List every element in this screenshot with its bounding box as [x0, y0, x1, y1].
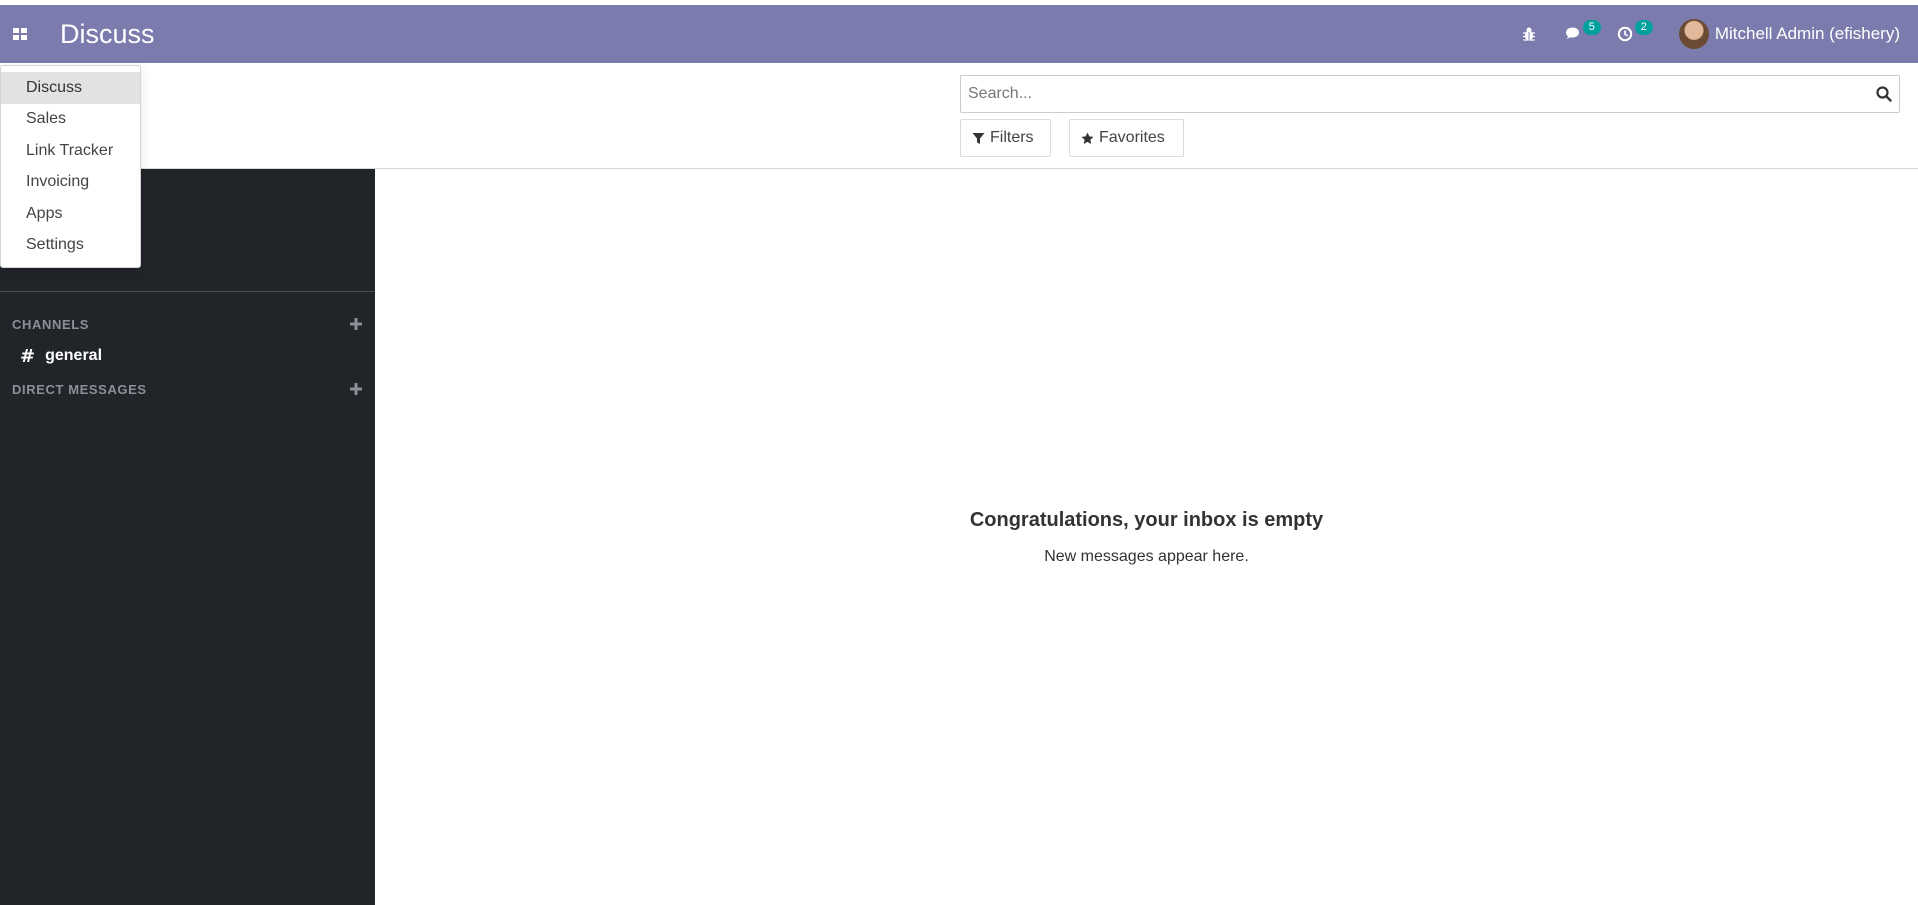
discuss-sidebar: CHANNELS # general DIRECT MESSAGES [0, 169, 375, 905]
apps-dropdown-menu: Discuss Sales Link Tracker Invoicing App… [0, 65, 141, 268]
bug-icon [1522, 27, 1535, 41]
debug-button[interactable] [1507, 5, 1551, 63]
menu-item-discuss[interactable]: Discuss [1, 72, 140, 104]
sidebar-divider [0, 291, 375, 292]
search-icon[interactable] [1875, 85, 1893, 103]
systray: 5 2 Mitchell Admin (efishery) [1507, 5, 1918, 63]
add-channel-icon[interactable] [349, 317, 363, 331]
activity-menu[interactable]: 2 [1603, 5, 1655, 63]
user-menu[interactable]: Mitchell Admin (efishery) [1655, 5, 1918, 63]
star-icon [1081, 132, 1094, 144]
filters-button[interactable]: Filters [960, 119, 1051, 157]
menu-item-invoicing[interactable]: Invoicing [1, 167, 140, 199]
grid-icon [13, 28, 27, 40]
channels-section-header: CHANNELS [12, 314, 363, 334]
filter-icon [972, 132, 985, 144]
search-box [960, 75, 1900, 113]
app-title[interactable]: Discuss [60, 19, 155, 50]
avatar [1678, 19, 1709, 49]
add-direct-message-icon[interactable] [349, 382, 363, 396]
menu-item-settings[interactable]: Settings [1, 230, 140, 262]
menu-item-sales[interactable]: Sales [1, 104, 140, 136]
comments-icon [1565, 27, 1579, 39]
empty-inbox-title: Congratulations, your inbox is empty [969, 509, 1324, 531]
control-panel: Filters Favorites [0, 63, 1918, 169]
filters-label: Filters [990, 129, 1034, 146]
messaging-menu[interactable]: 5 [1551, 5, 1603, 63]
channel-name: general [45, 347, 103, 364]
activity-badge: 2 [1634, 20, 1653, 35]
favorites-label: Favorites [1099, 129, 1165, 146]
search-input[interactable] [961, 76, 1899, 112]
user-name: Mitchell Admin (efishery) [1714, 24, 1900, 43]
messages-badge: 5 [1582, 20, 1601, 35]
clock-icon [1617, 26, 1633, 42]
menu-item-link-tracker[interactable]: Link Tracker [1, 135, 140, 167]
direct-messages-label[interactable]: DIRECT MESSAGES [12, 382, 147, 397]
apps-menu-toggle[interactable] [0, 5, 40, 63]
thread-content: Congratulations, your inbox is empty New… [375, 169, 1918, 905]
menu-item-apps[interactable]: Apps [1, 198, 140, 230]
top-navbar: Discuss 5 2 Mitchell Admin (efishery) [0, 5, 1918, 63]
channel-item-general[interactable]: # general [0, 340, 375, 372]
empty-inbox-subtitle: New messages appear here. [1044, 548, 1249, 565]
favorites-button[interactable]: Favorites [1069, 119, 1184, 157]
channels-label[interactable]: CHANNELS [12, 317, 89, 332]
hash-icon: # [20, 345, 36, 367]
direct-messages-section-header: DIRECT MESSAGES [12, 379, 363, 399]
